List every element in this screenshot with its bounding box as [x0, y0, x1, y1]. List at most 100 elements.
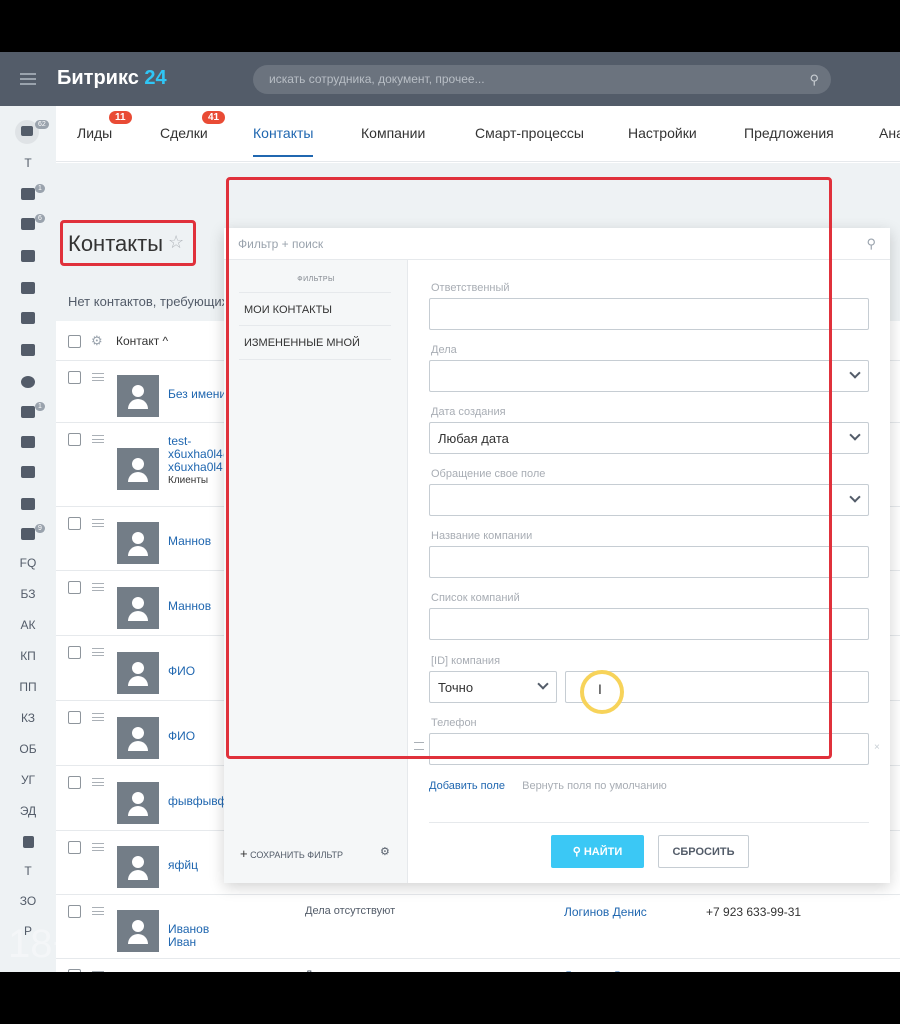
avatar: [117, 448, 159, 490]
avatar: [117, 716, 159, 759]
row-menu-icon[interactable]: [92, 778, 104, 786]
tab-offers[interactable]: Предложения: [744, 125, 834, 141]
sidebar-letter[interactable]: Т: [0, 864, 56, 886]
add-field-link[interactable]: Добавить поле: [429, 780, 505, 792]
contact-name[interactable]: ФИО: [168, 665, 228, 678]
sidebar-letter[interactable]: КЗ: [0, 711, 56, 733]
contact-name[interactable]: ФИО: [168, 730, 228, 743]
deals-cell: Дела отсутствуют: [305, 905, 396, 917]
tasks-icon[interactable]: 6: [0, 214, 56, 236]
reset-button[interactable]: СБРОСИТЬ: [658, 835, 749, 868]
contact-name[interactable]: Маннов: [168, 535, 228, 548]
row-checkbox[interactable]: [68, 433, 81, 446]
phone-cell[interactable]: +7 923 633-99-31: [706, 905, 801, 919]
document-icon[interactable]: [0, 832, 56, 854]
tab-companies[interactable]: Компании: [361, 125, 425, 141]
table-row[interactable]: Контакт #75Дела отсутствуютЛогинов Денис: [56, 959, 900, 972]
mail-icon[interactable]: 1: [0, 402, 56, 424]
row-menu-icon[interactable]: [92, 713, 104, 721]
robot-icon[interactable]: [0, 432, 56, 454]
contact-name[interactable]: Без имени: [168, 388, 228, 401]
feed-icon[interactable]: 1: [0, 184, 56, 206]
sidebar-letter[interactable]: ПП: [0, 680, 56, 702]
avatar: [117, 375, 159, 417]
close-icon[interactable]: ×: [874, 742, 880, 753]
card-icon[interactable]: [0, 494, 56, 516]
avatar: [117, 781, 159, 824]
calendar-icon[interactable]: [0, 340, 56, 362]
contact-name[interactable]: фывфывф: [168, 795, 228, 808]
search-icon[interactable]: ⚲: [809, 72, 819, 88]
sidebar-letter[interactable]: КП: [0, 649, 56, 671]
cart-icon[interactable]: 9: [0, 524, 56, 546]
tab-smart-processes[interactable]: Смарт-процессы: [475, 125, 584, 141]
field-links: Добавить поле Вернуть поля по умолчанию: [429, 780, 667, 792]
tab-settings[interactable]: Настройки: [628, 125, 697, 141]
row-checkbox[interactable]: [68, 841, 81, 854]
divider: [429, 822, 869, 823]
sites-icon[interactable]: [0, 462, 56, 484]
search-placeholder: искать сотрудника, документ, прочее...: [269, 72, 485, 86]
row-checkbox[interactable]: [68, 776, 81, 789]
tab-badge: 11: [109, 111, 132, 124]
tab-analytics[interactable]: Ана: [879, 125, 900, 141]
clock-icon[interactable]: [0, 372, 56, 394]
sidebar-letter[interactable]: ЭД: [0, 804, 56, 826]
highlight-title: [60, 220, 196, 266]
search-icon[interactable]: ⚲: [866, 236, 876, 252]
logo[interactable]: Битрикс 24: [57, 67, 167, 90]
sidebar-letter[interactable]: БЗ: [0, 587, 56, 609]
global-search-input[interactable]: искать сотрудника, документ, прочее... ⚲: [253, 65, 831, 94]
row-menu-icon[interactable]: [92, 373, 104, 381]
sidebar-letter[interactable]: Т: [0, 156, 56, 178]
contact-name[interactable]: яфйц: [168, 859, 228, 872]
crm-icon[interactable]: [0, 308, 56, 330]
row-menu-icon[interactable]: [92, 843, 104, 851]
row-checkbox[interactable]: [68, 711, 81, 724]
gear-icon[interactable]: ⚙: [91, 333, 103, 349]
menu-icon[interactable]: [20, 73, 36, 85]
row-menu-icon[interactable]: [92, 907, 104, 915]
row-menu-icon[interactable]: [92, 648, 104, 656]
deals-cell: Дела отсутствуют: [305, 969, 395, 972]
row-checkbox[interactable]: [68, 969, 81, 972]
contact-name[interactable]: Маннов: [168, 600, 228, 613]
left-sidebar: 62 Т 1 6 1 9 FQ БЗ АК КП ПП КЗ ОБ УГ ЭД …: [0, 106, 56, 972]
gear-icon[interactable]: ⚙: [380, 845, 390, 858]
row-checkbox[interactable]: [68, 646, 81, 659]
restore-fields-link[interactable]: Вернуть поля по умолчанию: [522, 780, 667, 792]
row-menu-icon[interactable]: [92, 971, 104, 972]
top-bar: Битрикс 24 искать сотрудника, документ, …: [0, 52, 900, 106]
row-menu-icon[interactable]: [92, 519, 104, 527]
contacts-icon[interactable]: [0, 278, 56, 300]
contact-name[interactable]: Иванов Иван: [168, 923, 228, 949]
column-contact[interactable]: Контакт ^: [116, 334, 168, 348]
responsible-cell[interactable]: Логинов Денис: [564, 969, 647, 972]
row-menu-icon[interactable]: [92, 583, 104, 591]
row-checkbox[interactable]: [68, 581, 81, 594]
save-filter-button[interactable]: + СОХРАНИТЬ ФИЛЬТР: [240, 846, 343, 861]
contact-name[interactable]: test-x6uxha0l4@tester.com x6uxha0l4Клиен…: [168, 435, 228, 487]
sidebar-letter[interactable]: УГ: [0, 773, 56, 795]
tab-contacts[interactable]: Контакты: [253, 125, 314, 157]
table-row[interactable]: Иванов Иван Дела отсутствуют Логинов Денис…: [56, 895, 900, 959]
chat-icon[interactable]: [0, 246, 56, 268]
tab-deals[interactable]: Сделки 41: [160, 111, 226, 141]
row-menu-icon[interactable]: [92, 435, 104, 443]
select-all-checkbox[interactable]: [68, 335, 81, 348]
row-checkbox[interactable]: [68, 905, 81, 918]
highlight-filter: [226, 177, 832, 759]
notice-text: Нет контактов, требующих: [68, 294, 229, 309]
sidebar-letter[interactable]: ЗО: [0, 894, 56, 916]
responsible-cell[interactable]: Логинов Денис: [564, 905, 647, 919]
sidebar-letter[interactable]: АК: [0, 618, 56, 640]
row-checkbox[interactable]: [68, 517, 81, 530]
tab-leads[interactable]: Лиды 11: [77, 111, 132, 141]
sidebar-letter[interactable]: ОБ: [0, 742, 56, 764]
avatar: [117, 846, 159, 888]
row-checkbox[interactable]: [68, 371, 81, 384]
avatar: [117, 910, 159, 952]
sidebar-letter[interactable]: FQ: [0, 556, 56, 578]
filter-nav-icon[interactable]: 62: [0, 120, 56, 144]
find-button[interactable]: ⚲ НАЙТИ: [551, 835, 644, 868]
